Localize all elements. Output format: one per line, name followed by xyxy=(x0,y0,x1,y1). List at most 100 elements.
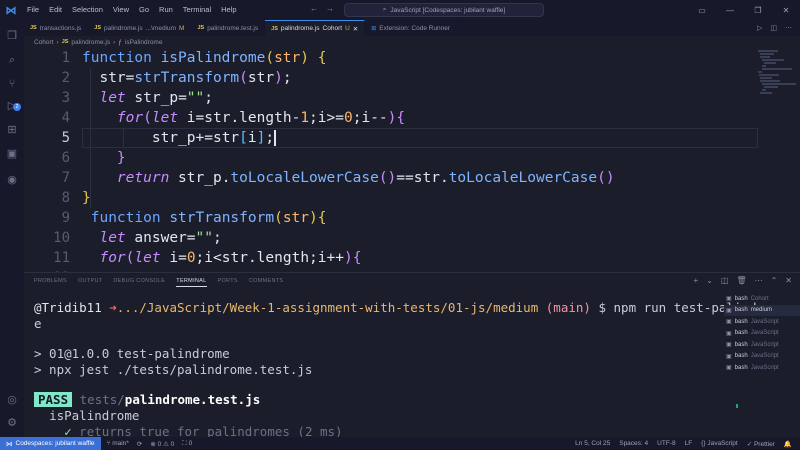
code-editor[interactable]: 1 function isPalindrome(str) { 2 str=strT… xyxy=(24,48,758,272)
js-file-icon: JS xyxy=(30,25,37,31)
chevron-right-icon: › xyxy=(56,38,59,46)
close-button[interactable]: ✕ xyxy=(772,0,800,20)
tab-output[interactable]: OUTPUT xyxy=(78,278,102,287)
extensions-icon[interactable]: ⊞ xyxy=(5,123,19,137)
breadcrumb-symbol[interactable]: isPalindrome xyxy=(125,39,163,46)
text-cursor xyxy=(274,130,277,146)
menu-terminal[interactable]: Terminal xyxy=(178,0,216,20)
ports-status[interactable]: ⛶ 0 xyxy=(182,440,192,448)
source-control-icon[interactable]: ⑂ xyxy=(5,77,19,91)
title-bar: ⋈ File Edit Selection View Go Run Termin… xyxy=(0,0,800,20)
terminal-item[interactable]: ▣ bash medium xyxy=(724,304,800,316)
chevron-down-icon[interactable]: ⌄ xyxy=(706,276,713,285)
js-file-icon: JS xyxy=(197,25,205,31)
tab-palindrome-medium[interactable]: JS palindrome.js ...\medium M xyxy=(88,20,192,36)
menu-selection[interactable]: Selection xyxy=(67,0,108,20)
forward-arrow-icon[interactable]: → xyxy=(326,4,334,13)
menu-edit[interactable]: Edit xyxy=(44,0,67,20)
trash-icon[interactable]: 🗑 xyxy=(736,276,746,285)
panel-actions: + ⌄ ◫ 🗑 ⋯ ⌃ ✕ xyxy=(694,276,793,285)
terminal-item[interactable]: ▣ bash Cohort xyxy=(724,293,800,305)
problems-status[interactable]: ⊗ 0 ⚠ 0 xyxy=(150,440,174,448)
tab-dir: Cohort xyxy=(322,25,343,32)
editor-actions: ▷ ◫ ⋯ xyxy=(757,20,800,36)
maximize-button[interactable]: ❐ xyxy=(744,0,772,20)
cursor-position[interactable]: Ln 5, Col 25 xyxy=(575,440,610,448)
code-line: 7 return str_p.toLocaleLowerCase()==str.… xyxy=(24,168,758,188)
settings-icon[interactable]: ⚙ xyxy=(5,416,19,430)
menu-view[interactable]: View xyxy=(108,0,134,20)
ports-icon: ⛶ xyxy=(182,439,187,447)
editor-tabs: JS transactions.js JS palindrome.js ...\… xyxy=(24,20,800,36)
account-icon[interactable]: ◎ xyxy=(5,393,19,407)
tab-modified-badge: M xyxy=(179,24,185,32)
bottom-panel: PROBLEMS OUTPUT DEBUG CONSOLE TERMINAL P… xyxy=(24,272,800,439)
minimap[interactable] xyxy=(758,48,800,272)
terminal-item[interactable]: ▣ bash JavaScript xyxy=(724,328,800,340)
command-center[interactable]: ⌕ JavaScript [Codespaces: jubilant waffl… xyxy=(344,3,544,17)
function-symbol-icon: ƒ xyxy=(118,38,122,46)
close-panel-icon[interactable]: ✕ xyxy=(785,276,792,285)
tab-terminal[interactable]: TERMINAL xyxy=(176,278,207,287)
remote-indicator[interactable]: ⋈ Codespaces: jubilant waffle xyxy=(0,437,101,450)
explorer-icon[interactable]: ❐ xyxy=(5,29,19,43)
breadcrumb-file[interactable]: palindrome.js xyxy=(71,39,110,46)
layout-icon[interactable]: ▭ xyxy=(688,0,716,20)
end-of-line[interactable]: LF xyxy=(685,440,693,448)
maximize-panel-icon[interactable]: ⌃ xyxy=(771,276,778,285)
tab-close-icon[interactable]: ✕ xyxy=(353,25,358,33)
search-icon[interactable]: ⌕ xyxy=(5,53,19,67)
tab-comments[interactable]: COMMENTS xyxy=(249,278,283,287)
terminal-item[interactable]: ▣ bash JavaScript xyxy=(724,351,800,363)
terminal-item-sub: Cohort xyxy=(750,295,769,302)
braces-icon: {} xyxy=(701,439,706,447)
run-icon[interactable]: ▷ xyxy=(757,24,762,32)
git-branch-status[interactable]: ⑂ main* xyxy=(107,440,129,448)
tab-transactions[interactable]: JS transactions.js xyxy=(24,20,89,36)
menu-go[interactable]: Go xyxy=(134,0,154,20)
prettier-status[interactable]: ✓ Prettier xyxy=(747,440,775,448)
tab-palindrome-cohort[interactable]: JS palindrome.js Cohort U ✕ xyxy=(265,20,366,36)
tab-problems[interactable]: PROBLEMS xyxy=(34,278,67,287)
warning-icon: ⚠ xyxy=(163,440,169,448)
prompt-arrow: ➜ xyxy=(109,300,117,315)
js-file-icon: JS xyxy=(61,39,69,45)
github-icon[interactable]: ◉ xyxy=(5,173,19,187)
more-actions-icon[interactable]: ⋯ xyxy=(785,24,792,32)
tab-palindrome-test[interactable]: JS palindrome.test.js xyxy=(191,20,266,36)
encoding[interactable]: UTF-8 xyxy=(657,440,675,448)
tab-ports[interactable]: PORTS xyxy=(218,278,238,287)
menu-run[interactable]: Run xyxy=(154,0,178,20)
activity-bar: ❐ ⌕ ⑂ 2 ▷ ⊞ ▣ ◉ ◎ ⚙ xyxy=(0,20,24,437)
new-terminal-icon[interactable]: + xyxy=(694,276,699,285)
window-controls: ▭ — ❐ ✕ xyxy=(688,0,800,20)
terminal-item[interactable]: ▣ bash JavaScript xyxy=(724,362,800,374)
split-terminal-icon[interactable]: ◫ xyxy=(721,276,729,285)
tab-debug-console[interactable]: DEBUG CONSOLE xyxy=(113,278,165,287)
breadcrumb-folder[interactable]: Cohort xyxy=(34,39,54,46)
remote-explorer-icon[interactable]: ▣ xyxy=(5,147,19,161)
error-count: 0 xyxy=(157,440,162,448)
sync-icon[interactable]: ⟳ xyxy=(137,440,142,448)
menu-file[interactable]: File xyxy=(22,0,44,20)
command-center-label: JavaScript [Codespaces: jubilant waffle] xyxy=(390,6,506,14)
menu-help[interactable]: Help xyxy=(216,0,241,20)
status-right: Ln 5, Col 25 Spaces: 4 UTF-8 LF {} JavaS… xyxy=(575,440,800,448)
line-number: 10 xyxy=(53,230,70,246)
terminal-item[interactable]: ▣ bash JavaScript xyxy=(724,316,800,328)
run-debug-icon[interactable]: ▷ xyxy=(5,99,19,113)
notifications-icon[interactable]: 🔔 xyxy=(784,440,792,448)
indentation[interactable]: Spaces: 4 xyxy=(619,440,648,448)
code-text: } xyxy=(82,190,91,206)
branch-label: main* xyxy=(112,439,129,447)
error-icon: ⊗ xyxy=(150,440,156,448)
back-arrow-icon[interactable]: ← xyxy=(310,4,318,13)
tab-code-runner[interactable]: ⊞ Extension: Code Runner xyxy=(365,20,458,36)
language-mode[interactable]: {} JavaScript xyxy=(701,440,738,448)
remote-label: Codespaces: jubilant waffle xyxy=(15,440,95,447)
code-line: 4 for(let i=str.length-1;i>=0;i--){ xyxy=(24,108,758,128)
split-editor-icon[interactable]: ◫ xyxy=(770,24,777,32)
minimize-button[interactable]: — xyxy=(716,0,744,20)
terminal-item[interactable]: ▣ bash JavaScript xyxy=(724,339,800,351)
more-actions-icon[interactable]: ⋯ xyxy=(755,276,763,285)
